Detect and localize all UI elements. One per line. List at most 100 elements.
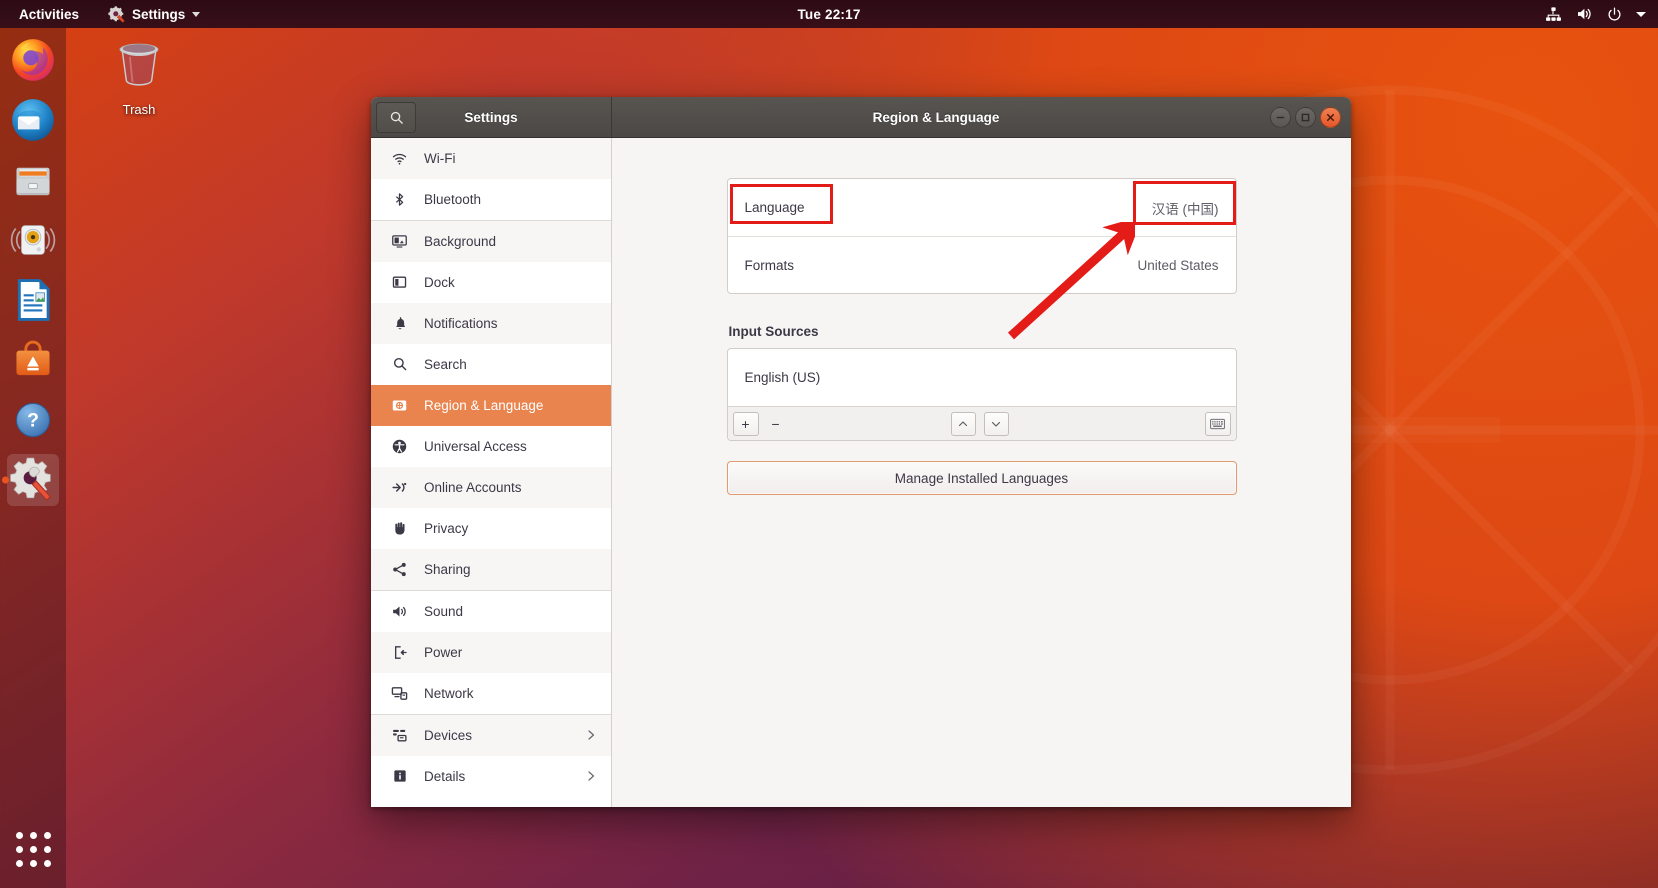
app-grid-icon bbox=[15, 831, 51, 867]
region-language-icon bbox=[389, 396, 410, 414]
privacy-hand-icon bbox=[389, 519, 410, 537]
sidebar-item-label: Wi-Fi bbox=[424, 150, 456, 166]
sidebar-item-network[interactable]: Network bbox=[371, 673, 611, 714]
chevron-down-icon[interactable] bbox=[1636, 11, 1646, 17]
show-applications-button[interactable] bbox=[0, 818, 66, 880]
volume-icon[interactable] bbox=[1575, 5, 1593, 23]
sidebar-item-label: Online Accounts bbox=[424, 479, 522, 495]
window-header-bar: Settings Region & Language bbox=[371, 97, 1351, 138]
sidebar-item-search[interactable]: Search bbox=[371, 344, 611, 385]
clock[interactable]: Tue 22:17 bbox=[749, 7, 909, 22]
bell-icon bbox=[389, 314, 410, 332]
sidebar-item-label: Details bbox=[424, 768, 466, 784]
search-icon bbox=[389, 355, 410, 373]
system-indicators[interactable] bbox=[1545, 0, 1646, 28]
dock-icon bbox=[389, 273, 410, 291]
settings-sidebar[interactable]: Wi-Fi Bluetooth Background Dock Notifica… bbox=[371, 138, 612, 807]
dock-item-firefox[interactable] bbox=[7, 34, 59, 86]
maximize-icon bbox=[1301, 113, 1310, 121]
settings-icon bbox=[10, 457, 51, 501]
add-input-source-button[interactable]: + bbox=[732, 411, 759, 436]
network-icon[interactable] bbox=[1545, 6, 1562, 23]
sidebar-item-region-language[interactable]: Region & Language bbox=[371, 385, 611, 426]
input-sources-toolbar: + − bbox=[727, 406, 1236, 440]
sidebar-item-privacy[interactable]: Privacy bbox=[371, 508, 611, 549]
sidebar-item-label: Bluetooth bbox=[424, 191, 482, 207]
sidebar-item-sound[interactable]: Sound bbox=[371, 591, 611, 632]
desktop-icon-label: Trash bbox=[122, 102, 156, 117]
trash-icon bbox=[119, 43, 159, 86]
dock-item-settings[interactable] bbox=[7, 454, 59, 506]
close-button[interactable] bbox=[1320, 106, 1341, 128]
power-icon[interactable] bbox=[1606, 6, 1623, 23]
sidebar-item-sharing[interactable]: Sharing bbox=[371, 549, 611, 590]
region-language-panel: Language 汉语 (中国) Formats United States I… bbox=[612, 138, 1351, 807]
dock-item-help[interactable]: ? bbox=[7, 394, 59, 446]
top-bar: Activities Settings Tue 22:17 bbox=[0, 0, 1658, 28]
sidebar-item-details[interactable]: Details bbox=[371, 756, 611, 797]
formats-label: Formats bbox=[744, 257, 795, 273]
sidebar-item-universal-access[interactable]: Universal Access bbox=[371, 426, 611, 467]
desktop-icon-trash[interactable]: Trash bbox=[93, 35, 185, 117]
sidebar-item-label: Dock bbox=[424, 274, 455, 290]
formats-value: United States bbox=[1137, 257, 1219, 273]
show-keyboard-layout-button[interactable] bbox=[1204, 411, 1231, 436]
network-icon bbox=[389, 684, 410, 702]
language-row[interactable]: Language 汉语 (中国) bbox=[728, 179, 1236, 236]
sidebar-item-label: Network bbox=[424, 685, 474, 701]
input-source-item[interactable]: English (US) bbox=[728, 349, 1236, 406]
panel-title: Region & Language bbox=[872, 109, 1000, 125]
background-icon bbox=[389, 232, 410, 250]
sidebar-item-label: Background bbox=[424, 233, 497, 249]
svg-text:?: ? bbox=[27, 409, 39, 431]
settings-window: Settings Region & Language Wi-Fi Bluetoo… bbox=[371, 97, 1351, 807]
move-input-source-up-button[interactable] bbox=[950, 411, 976, 436]
sidebar-item-dock[interactable]: Dock bbox=[371, 262, 611, 303]
help-icon: ? bbox=[15, 402, 51, 438]
remove-input-source-button[interactable]: − bbox=[763, 412, 789, 436]
sidebar-item-label: Universal Access bbox=[424, 438, 527, 454]
bluetooth-icon bbox=[389, 190, 410, 208]
universal-access-icon bbox=[389, 437, 410, 455]
sound-icon bbox=[389, 602, 410, 620]
search-button[interactable] bbox=[376, 101, 416, 133]
maximize-button[interactable] bbox=[1295, 106, 1316, 128]
sidebar-item-power[interactable]: Power bbox=[371, 632, 611, 673]
activities-button[interactable]: Activities bbox=[12, 4, 86, 25]
sidebar-item-label: Sharing bbox=[424, 561, 471, 577]
chevron-down-icon bbox=[192, 11, 201, 17]
sidebar-item-label: Power bbox=[424, 644, 463, 660]
chevron-right-icon bbox=[588, 771, 595, 781]
app-menu-button[interactable]: Settings bbox=[102, 3, 206, 26]
sharing-icon bbox=[389, 560, 410, 578]
power-plug-icon bbox=[389, 643, 410, 661]
input-sources-heading: Input Sources bbox=[728, 324, 819, 339]
sidebar-item-devices[interactable]: Devices bbox=[371, 715, 611, 756]
language-label: Language bbox=[744, 200, 805, 215]
manage-installed-languages-button[interactable]: Manage Installed Languages bbox=[726, 461, 1237, 495]
sidebar-item-label: Devices bbox=[424, 727, 473, 743]
sidebar-item-label: Notifications bbox=[424, 315, 498, 331]
libreoffice-writer-icon bbox=[17, 279, 50, 321]
move-input-source-down-button[interactable] bbox=[983, 411, 1009, 436]
dock-item-ubuntu-software[interactable] bbox=[7, 334, 59, 386]
move-down-icon bbox=[991, 421, 1001, 427]
dock-item-libreoffice-writer[interactable] bbox=[7, 274, 59, 326]
sidebar-item-background[interactable]: Background bbox=[371, 221, 611, 262]
dock-item-rhythmbox[interactable] bbox=[7, 214, 59, 266]
minimize-button[interactable] bbox=[1270, 106, 1291, 128]
online-accounts-icon bbox=[389, 478, 410, 496]
sidebar-item-label: Sound bbox=[424, 603, 464, 619]
formats-row[interactable]: Formats United States bbox=[727, 236, 1236, 293]
chevron-right-icon bbox=[588, 730, 595, 740]
sidebar-item-label: Region & Language bbox=[424, 397, 544, 413]
input-sources-frame: English (US) + − bbox=[726, 348, 1237, 441]
sidebar-item-online-accounts[interactable]: Online Accounts bbox=[371, 467, 611, 508]
dock-item-thunderbird[interactable] bbox=[7, 94, 59, 146]
window-controls bbox=[1270, 106, 1351, 128]
dock-item-files[interactable] bbox=[7, 154, 59, 206]
sidebar-item-wifi[interactable]: Wi-Fi bbox=[371, 138, 611, 179]
sidebar-item-notifications[interactable]: Notifications bbox=[371, 303, 611, 344]
sidebar-item-bluetooth[interactable]: Bluetooth bbox=[371, 179, 611, 220]
rhythmbox-icon bbox=[10, 225, 56, 255]
